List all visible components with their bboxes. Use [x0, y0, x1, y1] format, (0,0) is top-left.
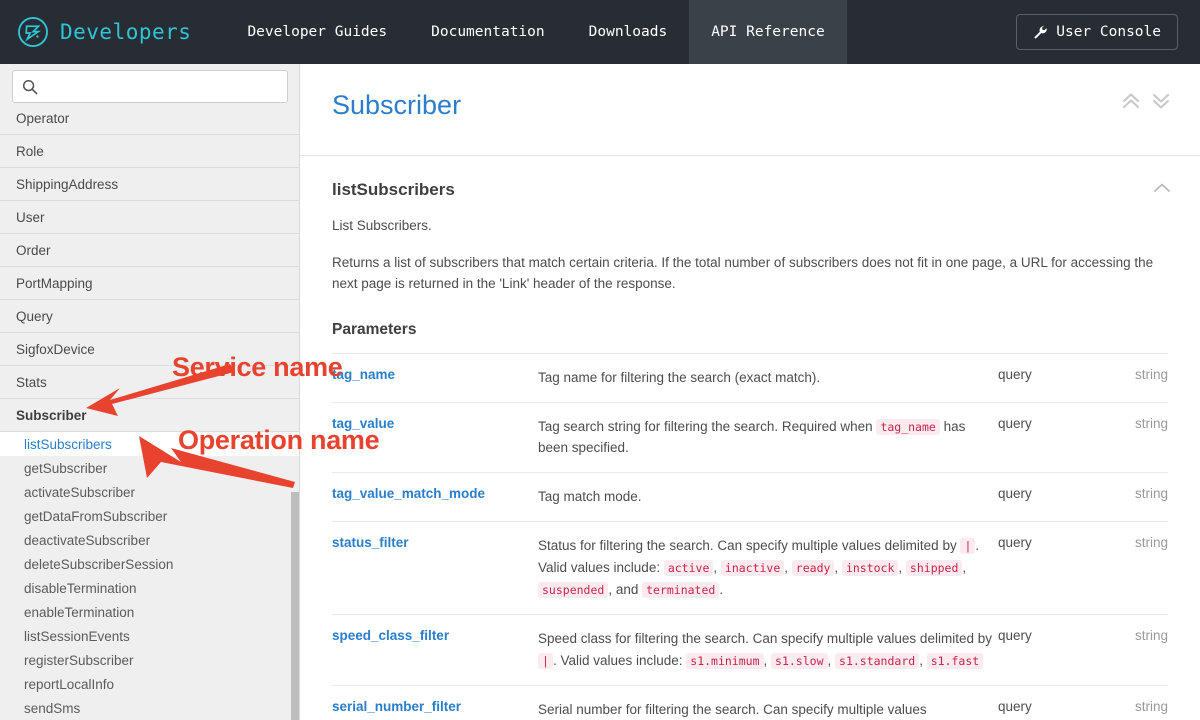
sidebar-operation-listsubscribers[interactable]: listSubscribers [0, 432, 300, 456]
table-row: serial_number_filterSerial number for fi… [332, 685, 1168, 720]
sidebar-item-stats[interactable]: Stats [0, 366, 300, 399]
soracom-circle-logo-icon [16, 15, 50, 49]
parameter-description: Tag name for filtering the search (exact… [538, 353, 998, 402]
parameter-name[interactable]: serial_number_filter [332, 685, 538, 720]
parameter-description: Serial number for filtering the search. … [538, 685, 998, 720]
operation-section: listSubscribers List Subscribers. Return… [300, 156, 1200, 720]
inline-code: s1.minimum [686, 653, 763, 669]
page-title: Subscriber [332, 90, 1168, 121]
sidebar-operation-getdatafromsubscriber[interactable]: getDataFromSubscriber [0, 504, 300, 528]
sidebar-item-user[interactable]: User [0, 201, 300, 234]
sidebar-item-role[interactable]: Role [0, 135, 300, 168]
sidebar: Operator Role ShippingAddress User Order… [0, 64, 300, 720]
parameter-type: string [1082, 402, 1168, 473]
parameter-name[interactable]: tag_name [332, 353, 538, 402]
sidebar-nav-list: Operator Role ShippingAddress User Order… [0, 102, 300, 720]
sidebar-operation-registersubscriber[interactable]: registerSubscriber [0, 648, 300, 672]
nav-item-documentation[interactable]: Documentation [409, 0, 567, 64]
expand-collapse-controls [1120, 90, 1172, 112]
nav-item-developer-guides[interactable]: Developer Guides [225, 0, 409, 64]
inline-code: inactive [721, 560, 784, 576]
sidebar-item-shippingaddress[interactable]: ShippingAddress [0, 168, 300, 201]
nav-item-downloads[interactable]: Downloads [567, 0, 690, 64]
sidebar-item-sigfoxdevice[interactable]: SigfoxDevice [0, 333, 300, 366]
table-row: status_filterStatus for filtering the se… [332, 522, 1168, 615]
parameter-name[interactable]: tag_value_match_mode [332, 473, 538, 522]
parameter-name[interactable]: status_filter [332, 522, 538, 615]
table-row: tag_value_match_modeTag match mode.query… [332, 473, 1168, 522]
inline-code: s1.fast [927, 653, 983, 669]
search-input[interactable] [44, 72, 276, 101]
parameter-description: Speed class for filtering the search. Ca… [538, 614, 998, 685]
wrench-icon [1033, 25, 1048, 40]
sidebar-item-portmapping[interactable]: PortMapping [0, 267, 300, 300]
parameter-type: string [1082, 685, 1168, 720]
inline-code: suspended [538, 582, 608, 598]
sidebar-operation-disabletermination[interactable]: disableTermination [0, 576, 300, 600]
sidebar-operation-enabletermination[interactable]: enableTermination [0, 600, 300, 624]
inline-code: active [664, 560, 714, 576]
parameter-type: string [1082, 522, 1168, 615]
parameters-table-body: tag_nameTag name for filtering the searc… [332, 353, 1168, 720]
parameter-description: Status for filtering the search. Can spe… [538, 522, 998, 615]
brand-title: Developers [60, 20, 191, 44]
parameter-type: string [1082, 473, 1168, 522]
double-chevron-up-icon[interactable] [1120, 90, 1142, 112]
inline-code: tag_name [876, 419, 939, 435]
parameter-in: query [998, 473, 1082, 522]
main-header: Subscriber [300, 64, 1200, 156]
operation-summary: List Subscribers. [332, 216, 1156, 237]
brand-logo-group[interactable]: Developers [0, 0, 201, 64]
table-row: tag_valueTag search string for filtering… [332, 402, 1168, 473]
sidebar-item-query[interactable]: Query [0, 300, 300, 333]
user-console-label: User Console [1056, 24, 1161, 40]
sidebar-operation-reportlocalinfo[interactable]: reportLocalInfo [0, 672, 300, 696]
inline-code: terminated [642, 582, 719, 598]
parameter-in: query [998, 353, 1082, 402]
parameter-type: string [1082, 614, 1168, 685]
search-icon [22, 79, 38, 95]
parameter-in: query [998, 614, 1082, 685]
table-row: speed_class_filterSpeed class for filter… [332, 614, 1168, 685]
sidebar-operation-listsessionevents[interactable]: listSessionEvents [0, 624, 300, 648]
parameters-heading: Parameters [332, 321, 1168, 339]
double-chevron-down-icon[interactable] [1150, 90, 1172, 112]
inline-code: | [960, 538, 975, 554]
parameter-description: Tag match mode. [538, 473, 998, 522]
parameter-name[interactable]: tag_value [332, 402, 538, 473]
sidebar-item-subscriber[interactable]: Subscriber [0, 399, 300, 432]
parameter-description: Tag search string for filtering the sear… [538, 402, 998, 473]
top-navigation-bar: Developers Developer Guides Documentatio… [0, 0, 1200, 64]
parameters-table: tag_nameTag name for filtering the searc… [332, 353, 1168, 720]
sidebar-operation-sendsms[interactable]: sendSms [0, 696, 300, 720]
parameter-type: string [1082, 353, 1168, 402]
parameter-name[interactable]: speed_class_filter [332, 614, 538, 685]
inline-code: shipped [906, 560, 962, 576]
main-nav: Developer Guides Documentation Downloads… [225, 0, 846, 64]
parameter-in: query [998, 522, 1082, 615]
operation-description: Returns a list of subscribers that match… [332, 253, 1156, 295]
sidebar-operation-deactivatesubscriber[interactable]: deactivateSubscriber [0, 528, 300, 552]
inline-code: s1.standard [835, 653, 919, 669]
nav-right-group: User Console [1016, 0, 1200, 64]
table-row: tag_nameTag name for filtering the searc… [332, 353, 1168, 402]
sidebar-operation-activatesubscriber[interactable]: activateSubscriber [0, 480, 300, 504]
chevron-up-icon[interactable] [1152, 178, 1172, 198]
parameter-in: query [998, 685, 1082, 720]
inline-code: s1.slow [771, 653, 827, 669]
search-box[interactable] [12, 70, 288, 103]
sidebar-search-container [0, 64, 300, 111]
sidebar-operation-getsubscriber[interactable]: getSubscriber [0, 456, 300, 480]
sidebar-scrollbar-thumb[interactable] [291, 492, 299, 720]
inline-code: ready [792, 560, 835, 576]
main-content: Subscriber listSubscribers List Subscrib… [300, 64, 1200, 720]
inline-code: instock [842, 560, 898, 576]
user-console-button[interactable]: User Console [1016, 14, 1178, 50]
inline-code: | [538, 653, 553, 669]
nav-item-api-reference[interactable]: API Reference [689, 0, 847, 64]
sidebar-operation-deletesubscribersession[interactable]: deleteSubscriberSession [0, 552, 300, 576]
sidebar-item-order[interactable]: Order [0, 234, 300, 267]
parameter-in: query [998, 402, 1082, 473]
operation-title: listSubscribers [332, 180, 1168, 200]
